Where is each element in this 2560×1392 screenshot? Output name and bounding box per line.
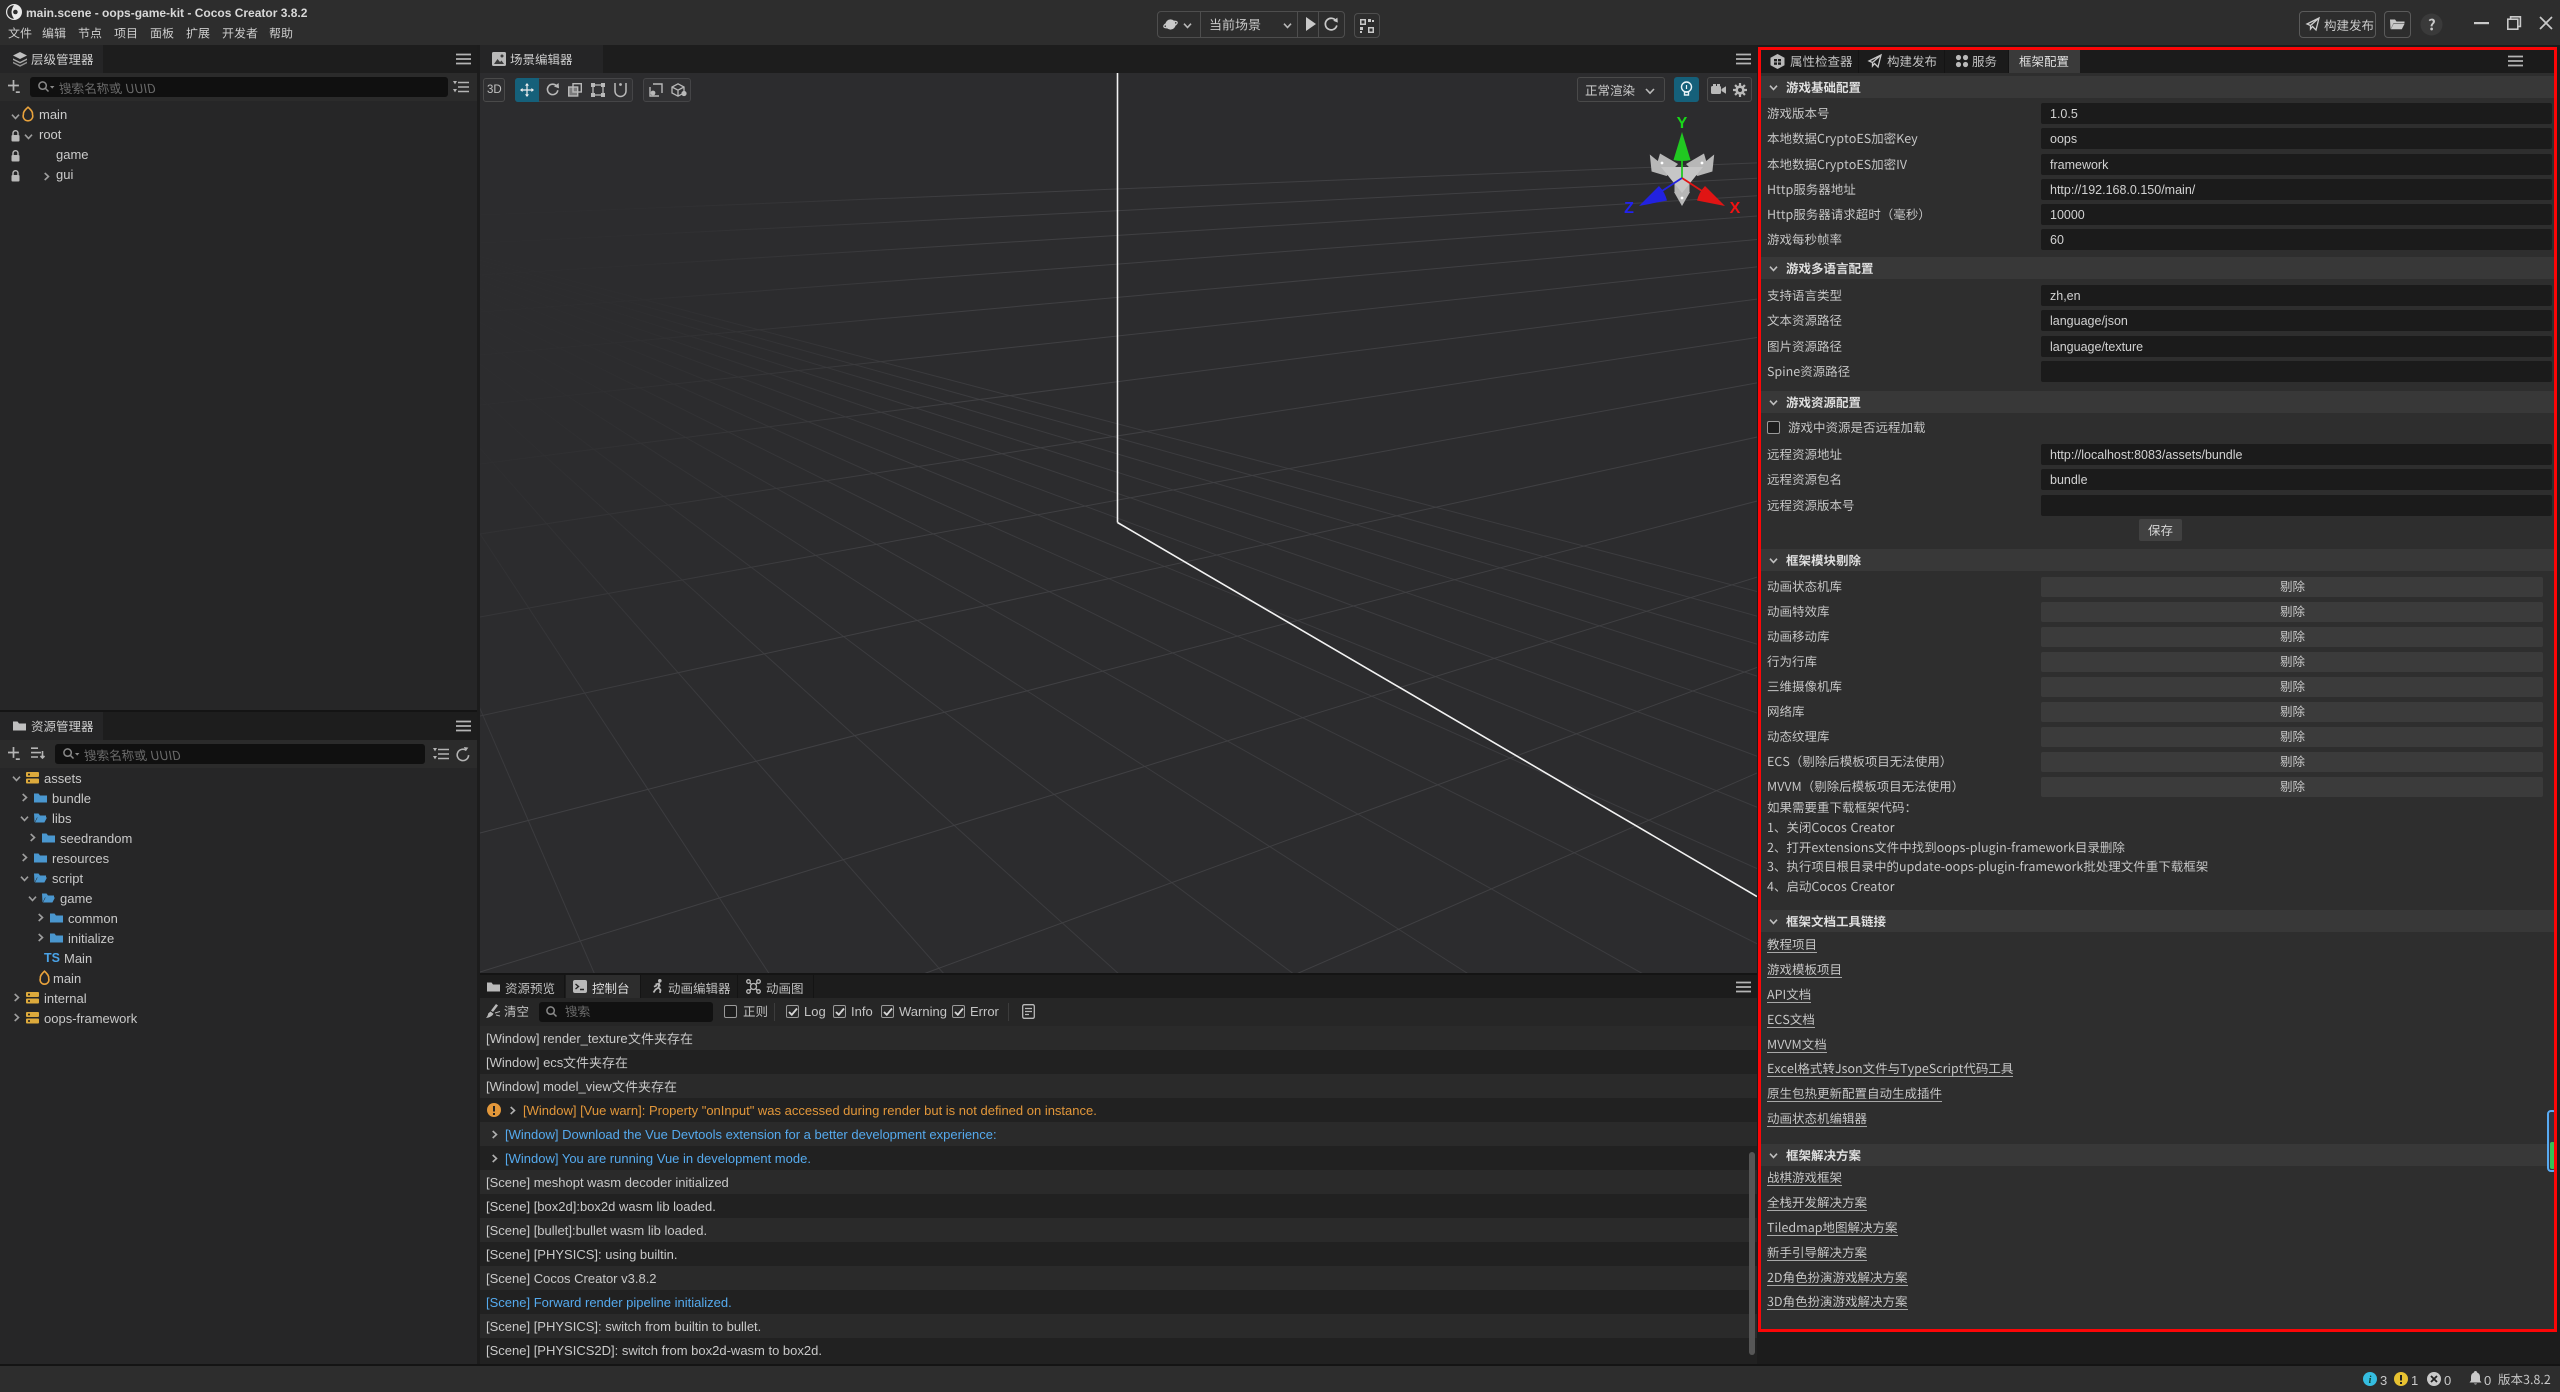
svg-text:i: i [2369, 1375, 2372, 1386]
svg-text:X: X [1730, 200, 1741, 217]
svg-text:Y: Y [1677, 115, 1688, 132]
svg-text:Z: Z [1624, 200, 1634, 217]
